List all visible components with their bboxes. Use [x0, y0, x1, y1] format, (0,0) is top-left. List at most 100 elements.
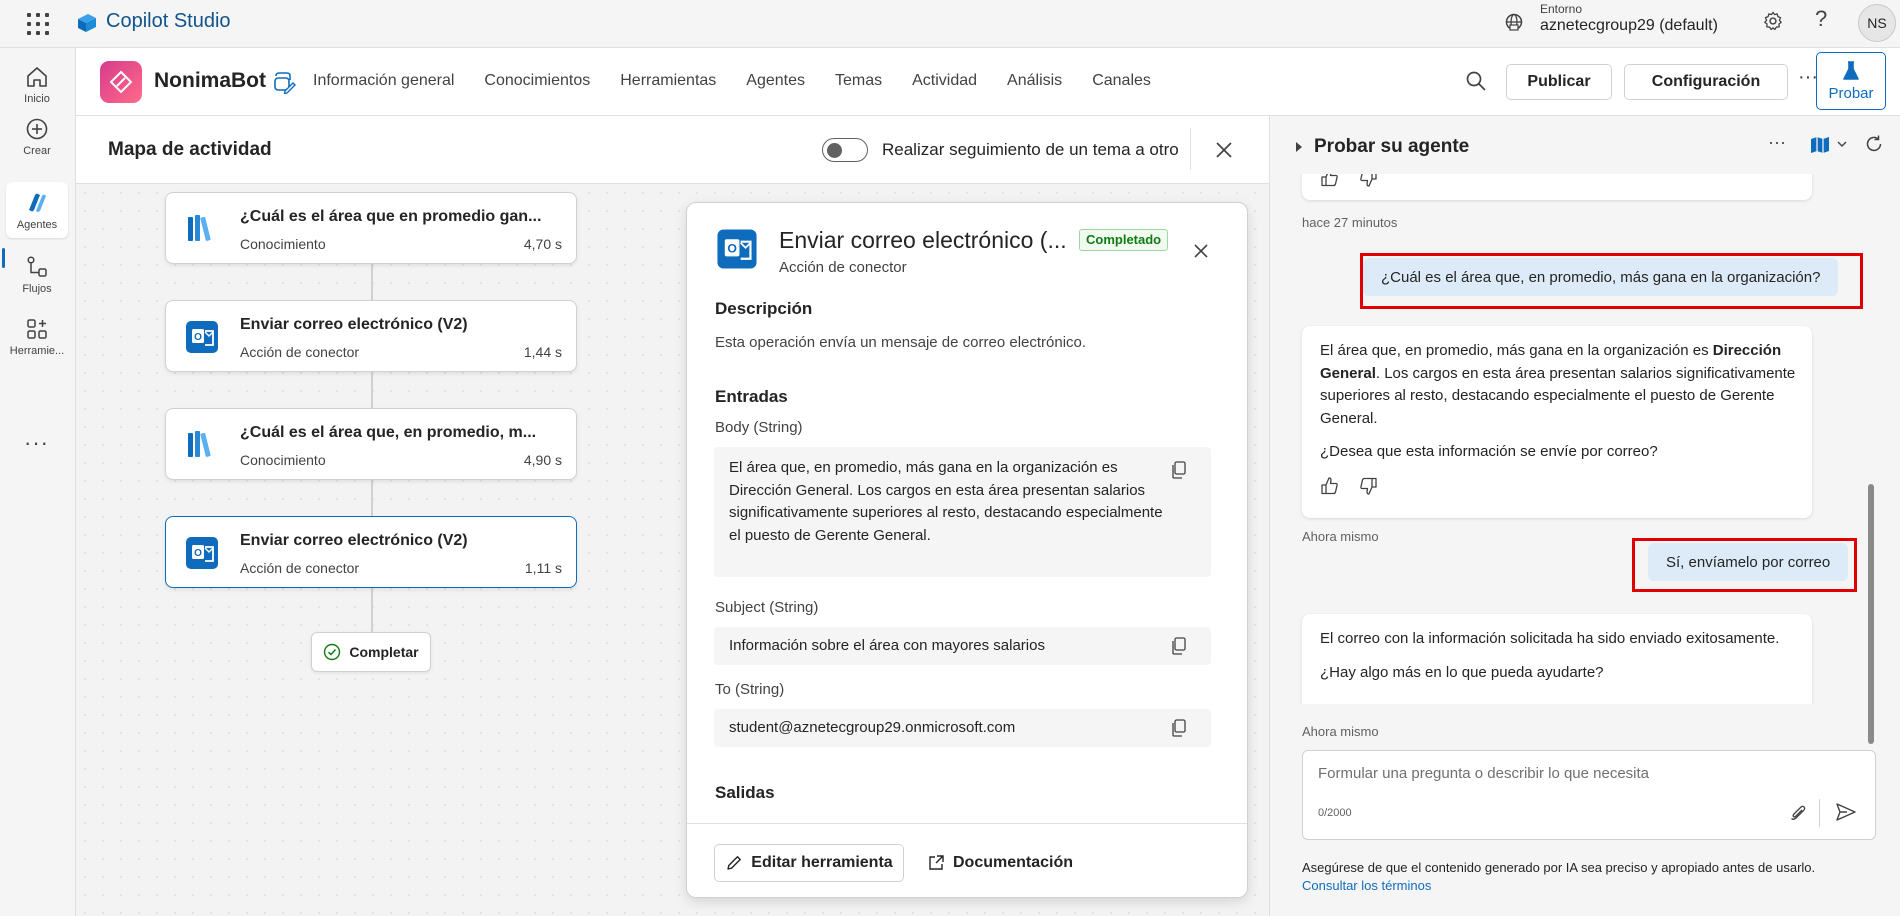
activity-step-card-selected[interactable]: O Enviar correo electrónico (V2) Acción …: [165, 516, 577, 588]
search-icon[interactable]: [1464, 69, 1488, 93]
complete-node[interactable]: Completar: [311, 632, 431, 672]
bot-message: El correo con la información solicitada …: [1302, 614, 1812, 704]
complete-label: Completar: [349, 644, 419, 660]
environment-selector[interactable]: aznetecgroup29 (default): [1540, 17, 1718, 35]
more-options-icon[interactable]: ···: [1798, 66, 1818, 89]
rail-more-icon[interactable]: ···: [24, 430, 49, 456]
char-count: 0/2000: [1318, 807, 1352, 819]
rail-item-inicio[interactable]: Inicio: [6, 56, 68, 112]
step-title: ¿Cuál es el área que, en promedio, m...: [240, 424, 537, 441]
highlight-box: [1360, 253, 1863, 309]
chat-scrollbar[interactable]: [1868, 484, 1874, 744]
app-launcher-icon[interactable]: [24, 10, 50, 36]
tab-actividad[interactable]: Actividad: [912, 72, 977, 90]
activity-map-title: Mapa de actividad: [108, 139, 272, 160]
send-icon[interactable]: [1835, 801, 1857, 823]
activity-map-panel: Mapa de actividad Realizar seguimiento d…: [76, 116, 1269, 916]
activity-step-card[interactable]: ¿Cuál es el área que, en promedio, m... …: [165, 408, 577, 480]
svg-text:O: O: [727, 242, 737, 256]
bot-message: El área que, en promedio, más gana en la…: [1302, 326, 1812, 518]
tab-canales[interactable]: Canales: [1092, 72, 1151, 90]
add-circle-icon: [26, 118, 48, 140]
environment-globe-icon[interactable]: [1504, 12, 1524, 32]
pencil-icon: [727, 856, 742, 870]
step-type: Acción de conector: [240, 560, 360, 576]
body-label: Body (String): [715, 419, 803, 436]
edit-tool-button[interactable]: Editar herramienta: [714, 844, 904, 882]
chat-input[interactable]: Formular una pregunta o describir lo que…: [1318, 765, 1649, 782]
publish-button[interactable]: Publicar: [1506, 64, 1612, 100]
copy-icon[interactable]: [1171, 461, 1187, 479]
outlook-icon: O: [717, 229, 757, 269]
to-field: student@aznetecgroup29.onmicrosoft.com: [714, 709, 1211, 747]
help-icon[interactable]: ?: [1815, 6, 1827, 32]
step-title: ¿Cuál es el área que en promedio gan...: [240, 208, 542, 225]
terms-link[interactable]: Consultar los términos: [1302, 878, 1431, 893]
track-topics-toggle[interactable]: [822, 138, 868, 162]
close-activity-map-icon[interactable]: [1212, 138, 1236, 162]
app-title[interactable]: Copilot Studio: [106, 10, 231, 33]
flow-icon: [27, 256, 47, 277]
outputs-heading: Salidas: [715, 783, 775, 802]
copy-icon[interactable]: [1171, 719, 1187, 737]
step-type: Acción de conector: [240, 344, 360, 360]
tab-informacion-general[interactable]: Información general: [313, 72, 454, 90]
thumbs-up-icon[interactable]: [1320, 174, 1340, 188]
settings-gear-icon[interactable]: [1762, 10, 1784, 32]
tab-analisis[interactable]: Análisis: [1007, 72, 1062, 90]
activity-map-icon[interactable]: [1810, 136, 1830, 154]
refresh-icon[interactable]: [1864, 134, 1884, 154]
test-more-options-icon[interactable]: ···: [1768, 132, 1786, 153]
agent-edit-badge-icon[interactable]: [272, 70, 296, 94]
description-text: Esta operación envía un mensaje de corre…: [715, 334, 1087, 351]
rail-label-herramientas: Herramie...: [9, 345, 65, 357]
thumbs-down-icon[interactable]: [1358, 476, 1378, 496]
body-field: El área que, en promedio, más gana en la…: [714, 447, 1211, 577]
detail-footer: Editar herramienta Documentación: [687, 823, 1247, 897]
thumbs-up-icon[interactable]: [1320, 476, 1340, 496]
knowledge-books-icon: [188, 215, 211, 241]
rail-item-crear[interactable]: Crear: [6, 108, 68, 164]
copy-icon[interactable]: [1171, 637, 1187, 655]
user-avatar[interactable]: NS: [1858, 4, 1896, 42]
attach-paperclip-icon[interactable]: [1789, 803, 1807, 823]
activity-step-card[interactable]: O Enviar correo electrónico (V2) Acción …: [165, 300, 577, 372]
configuration-button[interactable]: Configuración: [1624, 64, 1788, 100]
chat-composer[interactable]: Formular una pregunta o describir lo que…: [1302, 750, 1876, 840]
chevron-down-icon[interactable]: [1836, 138, 1848, 150]
knowledge-books-icon: [188, 431, 211, 457]
outlook-icon: O: [186, 537, 218, 569]
tab-herramientas[interactable]: Herramientas: [620, 72, 716, 90]
close-detail-icon[interactable]: [1189, 239, 1213, 263]
bot-question: ¿Desea que esta información se envíe por…: [1320, 443, 1658, 460]
activity-canvas: ¿Cuál es el área que en promedio gan... …: [76, 184, 1269, 916]
documentation-label: Documentación: [953, 854, 1074, 871]
subject-field: Información sobre el área con mayores sa…: [714, 627, 1211, 665]
rail-item-agentes[interactable]: Agentes: [6, 182, 68, 238]
step-connector: [371, 480, 373, 516]
activity-step-card[interactable]: ¿Cuál es el área que en promedio gan... …: [165, 192, 577, 264]
flask-icon: [1843, 60, 1859, 80]
svg-text:O: O: [194, 332, 202, 343]
chat-transcript: hace 27 minutos ¿Cuál es el área que, en…: [1270, 174, 1900, 704]
thumbs-down-icon[interactable]: [1358, 174, 1378, 188]
ai-disclaimer: Asegúrese de que el contenido generado p…: [1302, 859, 1862, 895]
composer-divider: [1819, 799, 1820, 827]
rail-item-herramientas[interactable]: Herramie...: [6, 308, 68, 364]
description-heading: Descripción: [715, 299, 813, 318]
collapse-caret-icon[interactable]: [1296, 142, 1302, 152]
step-connector: [371, 372, 373, 408]
step-duration: 1,44 s: [523, 344, 562, 360]
test-button-label: Probar: [1828, 84, 1874, 102]
open-external-icon: [929, 855, 944, 870]
track-topics-label: Realizar seguimiento de un tema a otro: [882, 140, 1179, 159]
copilot-studio-logo: [78, 14, 96, 32]
documentation-link[interactable]: Documentación: [927, 844, 1073, 882]
tab-agentes[interactable]: Agentes: [746, 72, 805, 90]
tab-conocimientos[interactable]: Conocimientos: [484, 72, 590, 90]
test-button[interactable]: Probar: [1816, 52, 1886, 110]
rail-item-flujos[interactable]: Flujos: [6, 246, 68, 302]
step-type: Conocimiento: [240, 236, 326, 252]
svg-text:O: O: [194, 548, 202, 559]
tab-temas[interactable]: Temas: [835, 72, 882, 90]
